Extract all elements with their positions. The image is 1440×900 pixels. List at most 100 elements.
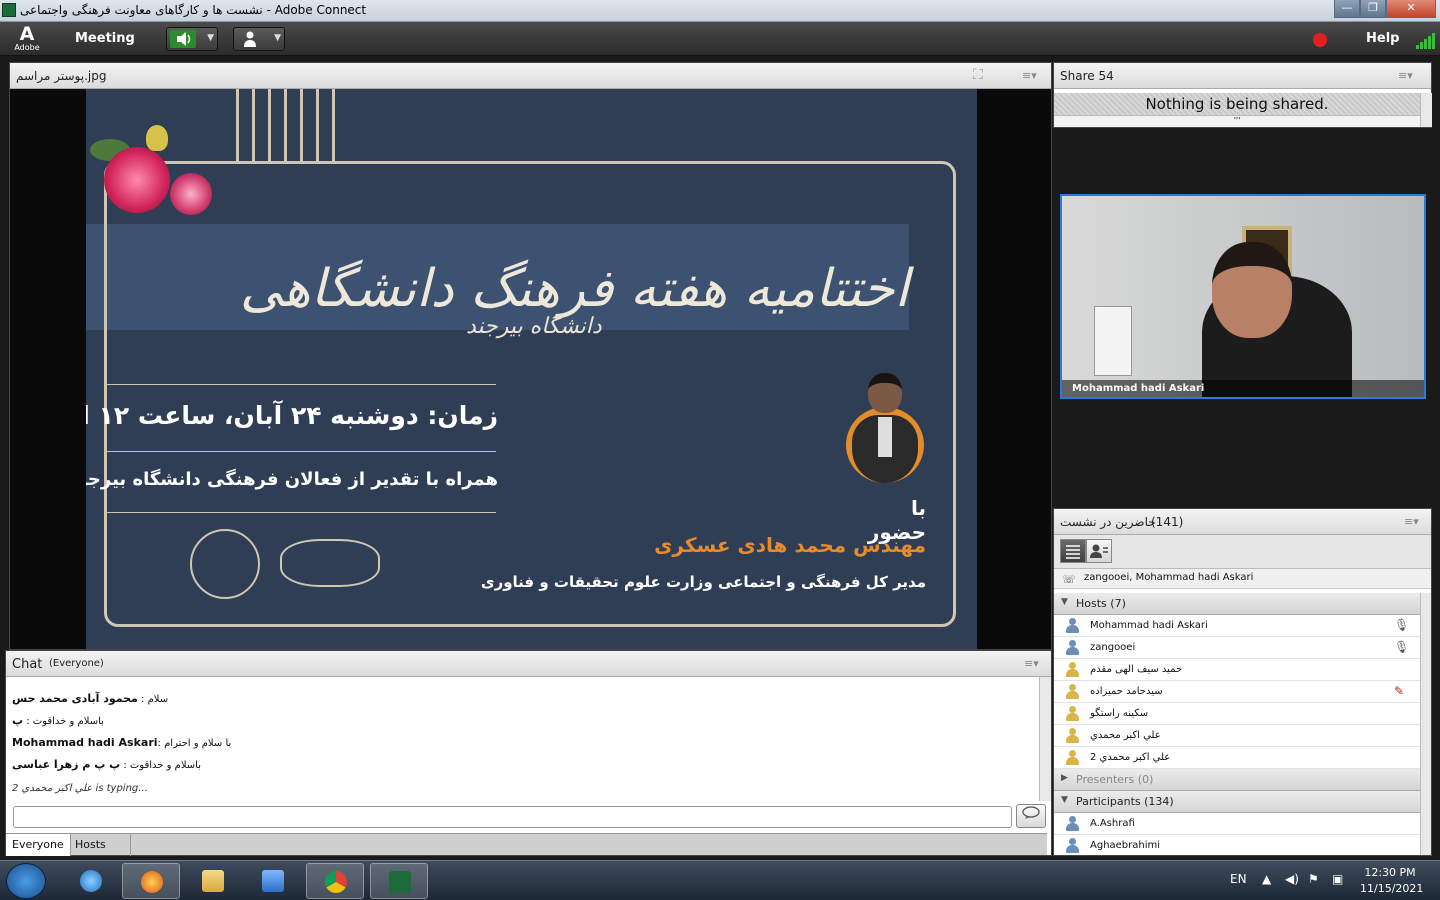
app-menubar: A Adobe Meeting ▼ ▼ Help [0, 22, 1440, 56]
host-user-icon [1065, 662, 1079, 677]
tab-hosts[interactable]: Hosts [69, 834, 131, 856]
attendees-title: حاضرین در نشست [1060, 515, 1156, 529]
fullscreen-icon[interactable]: ⛶ [973, 67, 983, 83]
show-hidden-icons-icon[interactable]: ▲ [1262, 872, 1271, 886]
chevron-down-icon[interactable]: ▼ [274, 33, 281, 43]
chat-bubble-icon [1022, 806, 1040, 823]
divider [106, 512, 496, 513]
start-button-icon[interactable] [6, 863, 46, 899]
chat-message-input[interactable] [13, 806, 1012, 828]
pod-menu-icon[interactable]: ≡▾ [1398, 69, 1413, 82]
pod-menu-icon[interactable]: ≡▾ [1024, 657, 1039, 670]
participants-group-header[interactable]: ▼ Participants (134) [1054, 791, 1420, 813]
recording-indicator-icon[interactable] [1313, 33, 1327, 47]
chat-header: Chat (Everyone) ≡▾ [6, 651, 1051, 677]
chat-messages: سلام : محمود آبادی محمد حس باسلام و خداق… [6, 677, 1036, 801]
horizontal-scrollbar[interactable]: ''' [1054, 115, 1420, 127]
divider [106, 451, 496, 452]
presenters-group-header[interactable]: ▶ Presenters (0) [1054, 769, 1420, 791]
list-item[interactable]: Mohammad hadi Askari 🎙 [1054, 615, 1420, 637]
media-player-icon[interactable] [244, 863, 302, 899]
poster-date-line: زمان: دوشنبه ۲۴ آبان، ساعت ۱۲ الی ۱۴ [86, 401, 498, 430]
host-user-icon [1065, 618, 1079, 633]
minimize-button[interactable]: — [1334, 0, 1360, 18]
host-user-icon [1065, 706, 1079, 721]
presenter-face [1212, 242, 1292, 338]
maximize-button[interactable]: ❐ [1360, 0, 1386, 18]
window-titlebar: نشست ها و کارگاهای معاونت فرهنگی واجتماع… [0, 0, 1440, 22]
participant-user-icon [1065, 838, 1079, 853]
active-speakers: ☏ zangooei, Mohammad hadi Askari [1054, 569, 1431, 589]
attendees-pod: حاضرین در نشست (141) ≡▾ ☏ zangooei, Moha… [1053, 508, 1432, 856]
chat-message: باسلام و خداقوت : پ [12, 714, 104, 727]
adobe-logo: A Adobe [14, 23, 40, 53]
volume-icon[interactable]: ◀) [1285, 872, 1299, 886]
chat-scope: (Everyone) [49, 658, 104, 669]
hosts-group-header[interactable]: ▼ Hosts (7) [1054, 593, 1420, 615]
phone-icon: ☏ [1062, 573, 1076, 586]
chevron-down-icon[interactable]: ▼ [207, 33, 214, 43]
chevron-right-icon: ▶ [1061, 773, 1068, 783]
list-item[interactable]: علي اكبر محمدي 2 [1054, 747, 1420, 769]
list-item[interactable]: Aghaebrahimi [1054, 835, 1420, 855]
list-item[interactable]: A.Ashrafi [1054, 813, 1420, 835]
tab-everyone[interactable]: Everyone [6, 834, 71, 856]
connection-signal-icon [1416, 33, 1436, 49]
chat-message: Mohammad hadi Askari: با سلام و احترام [12, 736, 232, 749]
camera-video-feed: Mohammad hadi Askari [1060, 194, 1426, 399]
microphone-icon: 🎙 [1394, 640, 1410, 654]
list-view-icon[interactable] [1060, 539, 1086, 563]
pod-menu-icon[interactable]: ≡▾ [1022, 69, 1037, 82]
send-message-button[interactable] [1016, 804, 1046, 828]
list-item[interactable]: سکینه راستگو [1054, 703, 1420, 725]
firefox-icon[interactable] [122, 863, 180, 899]
chat-message: باسلام و خداقوت : پ پ م زهرا عباسی [12, 758, 202, 771]
camera-caption: Mohammad hadi Askari [1062, 380, 1424, 397]
clock-time: 12:30 PM [1364, 866, 1416, 879]
poster-decoration-lines [236, 89, 336, 161]
close-button[interactable]: ✕ [1386, 0, 1436, 18]
file-explorer-icon[interactable] [184, 863, 242, 899]
share-54-header: Share 54 ≡▾ [1054, 63, 1431, 89]
share-pod-header: پوستر مراسم.jpg ⛶ ≡▾ [10, 63, 1051, 89]
help-menu[interactable]: Help [1366, 31, 1399, 46]
language-indicator[interactable]: EN [1230, 872, 1247, 886]
divider [106, 384, 496, 385]
action-center-flag-icon[interactable]: ⚑ [1308, 872, 1319, 886]
list-item[interactable]: علي اكبر محمدي [1054, 725, 1420, 747]
microphone-muted-icon: ✎ [1394, 684, 1405, 698]
host-user-icon [1065, 684, 1079, 699]
window-title: نشست ها و کارگاهای معاونت فرهنگی واجتماع… [20, 3, 367, 17]
host-user-icon [1065, 728, 1079, 743]
network-icon[interactable]: ▣ [1332, 872, 1343, 886]
clock-date: 11/15/2021 [1360, 882, 1424, 895]
chrome-icon[interactable] [306, 863, 364, 899]
host-user-icon [1065, 750, 1079, 765]
poster-accompanied-line: همراه با تقدیر از فعالان فرهنگی دانشگاه … [86, 469, 498, 490]
attendee-scrollbar[interactable] [1420, 593, 1431, 855]
poster-calligraphy-subtitle: دانشگاه بیرجند [466, 314, 602, 339]
flowers-illustration [90, 125, 224, 225]
raise-hand-button[interactable]: ▼ [233, 27, 285, 51]
share-pod-title: پوستر مراسم.jpg [16, 69, 107, 83]
poster-speaker-role: مدیر کل فرهنگی و اجتماعی وزارت علوم تحقی… [480, 573, 926, 591]
vertical-scrollbar[interactable] [1420, 93, 1432, 127]
attendees-header: حاضرین در نشست (141) ≡▾ [1054, 509, 1431, 535]
shared-content-area: اختتامیه هفته فرهنگ دانشگاهی دانشگاه بیر… [10, 89, 1051, 649]
list-item[interactable]: zangooei 🎙 [1054, 637, 1420, 659]
list-item[interactable]: حمید سیف الهی مقدم [1054, 659, 1420, 681]
system-clock[interactable]: 12:30 PM 11/15/2021 [1360, 865, 1424, 897]
internet-explorer-icon[interactable] [62, 863, 120, 899]
event-poster-image: اختتامیه هفته فرهنگ دانشگاهی دانشگاه بیر… [86, 89, 977, 649]
meeting-menu[interactable]: Meeting [75, 31, 135, 46]
chat-pod: Chat (Everyone) ≡▾ سلام : محمود آبادی مح… [5, 650, 1052, 856]
university-logos [190, 529, 390, 599]
attendee-status-view-icon[interactable] [1086, 539, 1112, 563]
speaker-portrait [846, 367, 924, 483]
chat-scrollbar[interactable] [1039, 677, 1051, 801]
adobe-connect-taskbar-icon[interactable] [370, 863, 428, 899]
pod-menu-icon[interactable]: ≡▾ [1404, 515, 1419, 528]
list-item[interactable]: سیدحامد حمیزاده ✎ [1054, 681, 1420, 703]
speaker-volume-button[interactable]: ▼ [166, 27, 218, 51]
attendee-count: (141) [1151, 515, 1184, 529]
